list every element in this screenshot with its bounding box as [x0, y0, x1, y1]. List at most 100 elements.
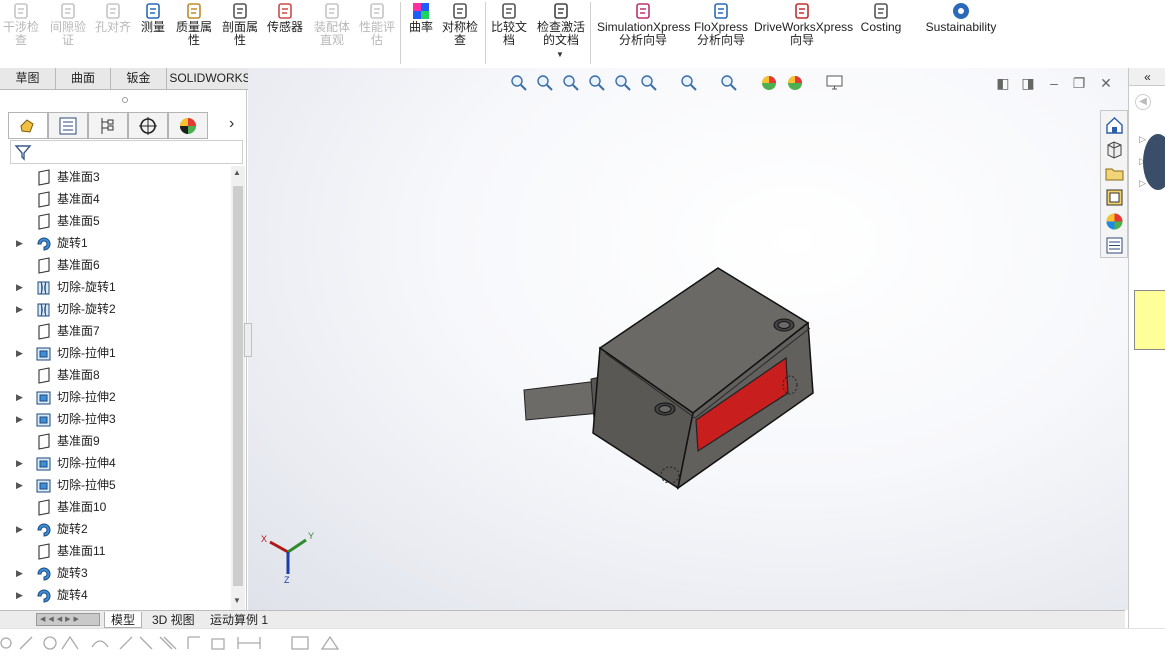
- tree-item[interactable]: ▶ 切除-拉伸1: [0, 342, 230, 364]
- view-settings-icon[interactable]: [824, 72, 846, 94]
- ribbon-button-7[interactable]: 传感器: [266, 0, 304, 34]
- bottom-tab-3[interactable]: 运动算例 1: [204, 612, 274, 628]
- ribbon-button-3[interactable]: 孔对齐: [92, 0, 134, 34]
- tab-2[interactable]: 曲面: [56, 68, 111, 90]
- tree-item[interactable]: ▶ 切除-拉伸3: [0, 408, 230, 430]
- tree-filter-box[interactable]: [10, 140, 243, 164]
- tree-item[interactable]: 基准面6: [0, 254, 230, 276]
- tree-item[interactable]: ▶ 旋转4: [0, 584, 230, 606]
- close-icon[interactable]: ✕: [1098, 75, 1114, 91]
- tree-item[interactable]: 基准面7: [0, 320, 230, 342]
- ribbon-button-4[interactable]: 测量: [138, 0, 168, 34]
- tree-item[interactable]: ▶ 切除-拉伸5: [0, 474, 230, 496]
- ribbon-button-5[interactable]: 质量属性: [173, 0, 215, 47]
- expand-arrow-icon[interactable]: ▶: [16, 452, 23, 474]
- tree-item[interactable]: 基准面3: [0, 166, 230, 188]
- panel-tab-2[interactable]: [48, 112, 88, 139]
- tree-item[interactable]: ▶ 旋转1: [0, 232, 230, 254]
- design-library-icon[interactable]: [1104, 139, 1125, 160]
- panel-tab-3[interactable]: [88, 112, 128, 139]
- ribbon-button-10[interactable]: 曲率: [406, 0, 436, 34]
- edit-appearance-icon[interactable]: [758, 72, 780, 94]
- ribbon-button-17[interactable]: Costing: [858, 0, 904, 34]
- scroll-thumb[interactable]: [233, 186, 243, 586]
- floxpress-icon: [714, 3, 728, 19]
- tree-item[interactable]: ▶ 旋转3: [0, 562, 230, 584]
- panel-tab-1[interactable]: [8, 112, 48, 139]
- tree-item[interactable]: 基准面10: [0, 496, 230, 518]
- panel-tab-5[interactable]: [168, 112, 208, 139]
- expand-arrow-icon[interactable]: ▶: [16, 408, 23, 430]
- restore-left-icon[interactable]: ◧: [995, 75, 1011, 91]
- tree-item[interactable]: 基准面4: [0, 188, 230, 210]
- ribbon-button-12[interactable]: 比较文档: [488, 0, 530, 47]
- tree-scrollbar[interactable]: ▲ ▼: [231, 166, 245, 610]
- panel-tab-4[interactable]: [128, 112, 168, 139]
- tab-scroll-buttons[interactable]: ◀◀◀▶▶: [36, 613, 100, 626]
- ribbon-button-13[interactable]: 检查激活 的文档: [535, 0, 587, 47]
- bottom-tab-2[interactable]: 3D 视图: [146, 612, 201, 628]
- sensor-model[interactable]: [248, 68, 1128, 610]
- expand-arrow-icon[interactable]: ▶: [16, 276, 23, 298]
- ribbon-button-6[interactable]: 剖面属性: [219, 0, 261, 47]
- ribbon-button-1[interactable]: 干涉检查: [1, 0, 41, 47]
- apply-scene-icon[interactable]: [784, 72, 806, 94]
- check-document-dropdown-icon[interactable]: ▼: [556, 50, 564, 59]
- expand-arrow-icon[interactable]: ▶: [16, 386, 23, 408]
- tree-item[interactable]: ▶ 切除-旋转1: [0, 276, 230, 298]
- ribbon-button-8[interactable]: 装配体 直观: [311, 0, 353, 47]
- file-explorer-icon[interactable]: [1104, 163, 1125, 184]
- bottom-tab-1[interactable]: 模型: [104, 612, 143, 628]
- panel-more-arrow-icon[interactable]: ›: [229, 115, 234, 133]
- display-style-icon[interactable]: [678, 72, 700, 94]
- graphics-area[interactable]: X Y Z: [244, 68, 1128, 610]
- solidworks-resources-icon[interactable]: [1104, 115, 1125, 136]
- custom-properties-icon[interactable]: [1104, 235, 1125, 256]
- hide-show-items-icon[interactable]: [718, 72, 740, 94]
- filter-icon[interactable]: [14, 143, 32, 161]
- zoom-to-fit-icon[interactable]: [508, 72, 530, 94]
- view-palette-icon[interactable]: [1104, 187, 1125, 208]
- sketch-toolbar: [0, 628, 1165, 653]
- view-orientation-icon[interactable]: [638, 72, 660, 94]
- panel-grip-icon[interactable]: [122, 97, 128, 103]
- tab-3[interactable]: 钣金: [111, 68, 167, 90]
- dynamic-annotation-icon[interactable]: [612, 72, 634, 94]
- expand-arrow-icon[interactable]: ▶: [16, 342, 23, 364]
- tree-item[interactable]: ▶ 切除-拉伸4: [0, 452, 230, 474]
- tree-item[interactable]: ▶ 切除-拉伸2: [0, 386, 230, 408]
- tree-item[interactable]: 基准面11: [0, 540, 230, 562]
- expand-arrow-icon[interactable]: ▶: [16, 298, 23, 320]
- expand-arrow-icon[interactable]: ▶: [16, 584, 23, 606]
- tree-item[interactable]: ▶ 切除-旋转2: [0, 298, 230, 320]
- sketch-tool-icons[interactable]: [0, 629, 360, 653]
- restore-right-icon[interactable]: ◨: [1020, 75, 1036, 91]
- maximize-icon[interactable]: ❐: [1071, 75, 1087, 91]
- previous-view-icon[interactable]: [560, 72, 582, 94]
- tree-item[interactable]: 基准面8: [0, 364, 230, 386]
- tab-1[interactable]: 草图: [0, 68, 56, 90]
- tree-item[interactable]: ▶ 旋转2: [0, 518, 230, 540]
- expand-arrow-icon[interactable]: ▶: [16, 518, 23, 540]
- expand-arrow-icon[interactable]: ▶: [16, 562, 23, 584]
- ribbon-button-11[interactable]: 对称检查: [441, 0, 479, 47]
- zoom-to-area-icon[interactable]: [534, 72, 556, 94]
- tree-item[interactable]: 基准面5: [0, 210, 230, 232]
- ribbon-button-18[interactable]: Sustainability: [924, 0, 998, 34]
- ribbon-button-14[interactable]: SimulationXpress 分析向导: [597, 0, 690, 47]
- expand-arrow-icon[interactable]: ▶: [16, 474, 23, 496]
- ribbon-button-9[interactable]: 性能评估: [357, 0, 397, 47]
- expand-arrow-icon[interactable]: ▶: [16, 232, 23, 254]
- tree-item[interactable]: 基准面9: [0, 430, 230, 452]
- ribbon-button-2[interactable]: 间隙验证: [47, 0, 89, 47]
- section-view-icon[interactable]: [586, 72, 608, 94]
- ribbon-button-label: 测量: [140, 20, 165, 34]
- scroll-up-arrow-icon[interactable]: ▲: [233, 168, 241, 177]
- collapse-task-pane-icon[interactable]: «: [1129, 68, 1165, 86]
- ribbon-button-15[interactable]: FloXpress 分析向导: [694, 0, 748, 47]
- minimize-icon[interactable]: –: [1046, 75, 1062, 91]
- appearances-icon[interactable]: [1104, 211, 1125, 232]
- back-icon[interactable]: ◀: [1135, 94, 1151, 110]
- ribbon-button-16[interactable]: DriveWorksXpress 向导: [754, 0, 853, 47]
- scroll-down-arrow-icon[interactable]: ▼: [233, 596, 241, 605]
